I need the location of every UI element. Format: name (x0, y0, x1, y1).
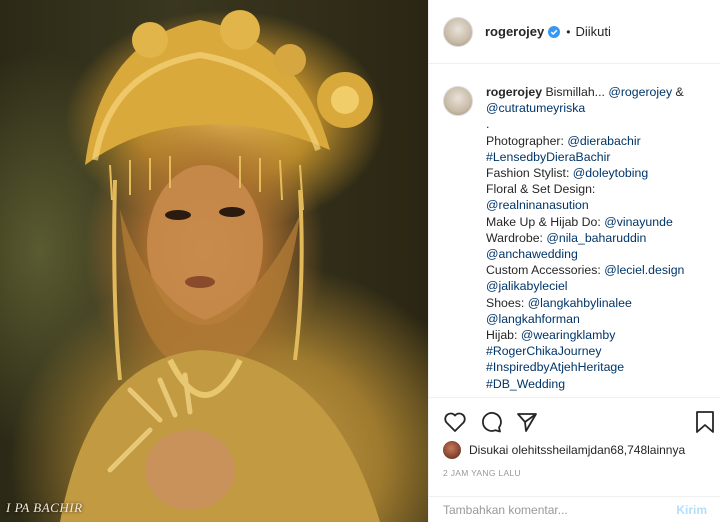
caption-fragment: Floral & Set Design: (486, 182, 596, 197)
caption-fragment: Hijab: (486, 328, 521, 343)
post-timestamp[interactable]: 2 JAM YANG LALU (443, 468, 521, 478)
caption-fragment: Photographer: (486, 133, 568, 148)
caption-mention[interactable]: @doleytobing (573, 166, 648, 180)
caption-mention[interactable]: @leciel.design (604, 263, 684, 277)
caption-mention[interactable]: @anchawedding (486, 247, 578, 261)
likes-user[interactable]: itssheilamj (534, 443, 590, 457)
caption-fragment: Custom Accessories: (486, 263, 605, 278)
caption-mention[interactable]: #LensedbyDieraBachir (486, 150, 610, 164)
caption-fragment: Make Up & Hijab Do: (486, 214, 605, 229)
comment-input[interactable]: Tambahkan komentar... (443, 503, 676, 517)
heart-icon[interactable] (443, 410, 467, 434)
post-comment-button[interactable]: Kirim (676, 503, 707, 517)
bookmark-icon[interactable] (695, 410, 715, 434)
caption-mention[interactable]: #RogerChikaJourney (486, 344, 602, 358)
caption-fragment: Bismillah... (545, 85, 609, 99)
caption-mention[interactable]: @realninanasution (486, 198, 589, 212)
add-comment-bar: Tambahkan komentar... Kirim (429, 496, 720, 522)
photo-watermark: I PA BACHIR (6, 500, 83, 515)
caption-mention[interactable]: @nila_baharuddin (546, 231, 646, 245)
caption-mention[interactable]: @rogerojey (608, 85, 672, 99)
caption-fragment: . (486, 117, 490, 132)
verified-badge-icon (548, 25, 561, 38)
post-header: rogerojey • Diikuti (429, 0, 720, 64)
caption-body: Bismillah... @rogerojey & @cutratumeyrisk… (486, 85, 684, 391)
caption-mention[interactable]: @langkahbylinalee (528, 296, 632, 310)
caption-author[interactable]: rogerojey (486, 85, 542, 99)
caption-fragment: Shoes: (486, 295, 528, 310)
share-icon[interactable] (515, 410, 539, 434)
caption-mention[interactable]: @cutratumeyriska (486, 101, 585, 115)
caption-mention[interactable]: @dierabachir (567, 134, 640, 148)
likes-summary: Disukai oleh itssheilamj dan 68,748 lain… (443, 441, 685, 459)
comment-icon[interactable] (479, 410, 503, 434)
comments-area[interactable]: rogerojey Bismillah... @rogerojey & @cutr… (429, 64, 720, 397)
caption-mention[interactable]: #DB_Wedding (486, 377, 565, 391)
caption-mention[interactable]: @vinayunde (604, 215, 673, 229)
liker-avatar[interactable] (443, 441, 461, 459)
caption-mention[interactable]: @wearingklamby (521, 328, 616, 342)
caption-mention[interactable]: #InspiredbyAtjehHeritage (486, 360, 624, 374)
follow-status-button[interactable]: Diikuti (575, 24, 610, 39)
caption-fragment: Wardrobe: (486, 230, 547, 245)
likes-suffix: lainnya (647, 443, 686, 457)
photo-illustration (60, 10, 380, 522)
post-side-panel: rogerojey • Diikuti rogerojey Bismillah.… (428, 0, 720, 522)
likes-count[interactable]: 68,748 (610, 443, 647, 457)
author-avatar[interactable] (443, 16, 473, 47)
caption-row: rogerojey Bismillah... @rogerojey & @cutr… (443, 84, 707, 392)
likes-prefix: Disukai oleh (469, 443, 535, 457)
likes-middle: dan (590, 443, 611, 457)
author-username[interactable]: rogerojey (485, 24, 544, 39)
caption-mention[interactable]: @jalikabyleciel (486, 279, 568, 293)
caption-author-avatar[interactable] (443, 86, 473, 116)
caption-fragment: & (672, 85, 684, 99)
caption-text: rogerojey Bismillah... @rogerojey & @cutr… (486, 84, 684, 392)
action-bar (429, 397, 720, 437)
caption-fragment: Fashion Stylist: (486, 166, 573, 181)
caption-mention[interactable]: @langkahforman (486, 312, 580, 326)
post-photo[interactable]: I PA BACHIR (0, 0, 428, 522)
header-separator: • (566, 24, 571, 39)
